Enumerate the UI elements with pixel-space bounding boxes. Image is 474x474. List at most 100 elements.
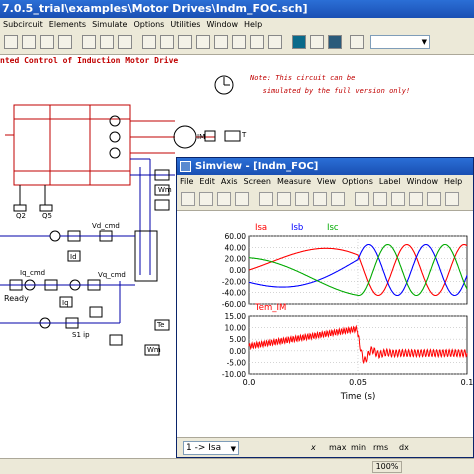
zoom-icon[interactable] <box>259 192 273 206</box>
simview-menu-edit[interactable]: Edit <box>196 175 218 189</box>
simview-title: Simview - [Indm_FOC] <box>177 158 473 175</box>
menu-options[interactable]: Options <box>130 18 167 31</box>
zoom-level: 100% <box>372 461 402 473</box>
save-icon[interactable] <box>199 192 213 206</box>
legend-isa: Isa <box>255 223 267 233</box>
rms-button[interactable]: rms <box>373 443 388 452</box>
x-tick-label: 0.1 <box>461 378 473 387</box>
motor-label: IM <box>197 133 206 141</box>
add-curve-icon[interactable] <box>313 192 327 206</box>
new-icon[interactable] <box>4 35 18 49</box>
vq-cmd-label: Vq_cmd <box>98 271 126 279</box>
waveform-chart: 60.00 40.00 20.00 0.00 -20.00 -40.00 -60.00 Isa… <box>222 223 474 402</box>
simview-status: Ready <box>4 294 29 303</box>
save-icon[interactable] <box>40 35 54 49</box>
simview-window: Simview - [Indm_FOC] File Edit Axis Screen M… <box>176 157 474 458</box>
we-label: Wm <box>158 186 172 194</box>
wire-icon[interactable] <box>160 35 174 49</box>
dx-button[interactable]: dx <box>399 443 409 452</box>
run-simulation-icon[interactable] <box>292 35 306 49</box>
run-simview-icon[interactable] <box>310 35 324 49</box>
curve-select[interactable]: 1 -> Isa ▼ <box>183 441 239 455</box>
simview-menu-view[interactable]: View <box>314 175 339 189</box>
simview-menu-label[interactable]: Label <box>376 175 404 189</box>
open-icon[interactable] <box>181 192 195 206</box>
y-tick-label: 60.00 <box>225 232 247 241</box>
gate-label-q2: Q2 <box>16 212 26 220</box>
undo-icon[interactable] <box>142 35 156 49</box>
torque-label: T <box>242 131 247 139</box>
waveform-plot-area[interactable]: 60.00 40.00 20.00 0.00 -20.00 -40.00 -60.00 Isa… <box>177 211 473 437</box>
menu-window[interactable]: Window <box>203 18 241 31</box>
simview-menu-measure[interactable]: Measure <box>274 175 314 189</box>
fit-icon[interactable] <box>277 192 291 206</box>
cut-icon[interactable] <box>82 35 96 49</box>
y-tick-label: 10.00 <box>225 324 247 333</box>
zoom-area-icon[interactable] <box>268 35 282 49</box>
legend-isc: Isc <box>327 223 339 233</box>
simview-toolbar <box>177 189 473 211</box>
x-button[interactable]: x <box>311 443 316 452</box>
min-button[interactable]: min <box>351 443 366 452</box>
menu-elements[interactable]: Elements <box>46 18 89 31</box>
max-button[interactable]: max <box>329 443 346 452</box>
iq-label: Iq <box>62 299 69 307</box>
gate-label-q5: Q5 <box>42 212 52 220</box>
copy-icon[interactable] <box>235 192 249 206</box>
x-axis-label: Time (s) <box>340 392 376 402</box>
menu-subcircuit[interactable]: Subcircuit <box>0 18 46 31</box>
zoom-in-icon[interactable] <box>214 35 228 49</box>
y-tick-label: 15.00 <box>225 312 247 321</box>
y-tick-label: 0.00 <box>229 347 246 356</box>
y-tick-label: -20.00 <box>222 277 246 286</box>
paste-icon[interactable] <box>118 35 132 49</box>
y-tick-label: -40.00 <box>222 289 246 298</box>
axis-icon[interactable] <box>295 192 309 206</box>
open-icon[interactable] <box>22 35 36 49</box>
id-label: Id <box>70 253 77 261</box>
simview-menu-help[interactable]: Help <box>441 175 465 189</box>
zoom-out-icon[interactable] <box>232 35 246 49</box>
menu-utilities[interactable]: Utilities <box>167 18 203 31</box>
simview-icon[interactable] <box>328 35 342 49</box>
print-icon[interactable] <box>217 192 231 206</box>
hand-icon[interactable] <box>178 35 192 49</box>
pointer-icon[interactable] <box>196 35 210 49</box>
simview-menu-screen[interactable]: Screen <box>241 175 275 189</box>
statusbar: 100% <box>0 458 474 474</box>
slip-label: S1 ip <box>72 331 90 339</box>
print-icon[interactable] <box>58 35 72 49</box>
hand-icon[interactable] <box>445 192 459 206</box>
y-tick-label: 5.00 <box>229 335 246 344</box>
simview-bottom-bar: 1 -> Isa ▼ x max min rms dx <box>177 437 473 459</box>
ref-label: Te <box>157 321 165 329</box>
simview-menu-options[interactable]: Options <box>339 175 376 189</box>
copy-icon[interactable] <box>100 35 114 49</box>
vd-cmd-label: Vd_cmd <box>92 222 120 230</box>
simview-menu-axis[interactable]: Axis <box>218 175 241 189</box>
x-tick-label: 0.05 <box>349 378 367 387</box>
element-list-icon[interactable] <box>350 35 364 49</box>
measure-icon[interactable] <box>331 192 345 206</box>
plot-frame <box>248 315 468 375</box>
y-tick-label: 0.00 <box>229 266 246 275</box>
zoom-in-icon[interactable] <box>355 192 369 206</box>
simview-menubar: File Edit Axis Screen Measure View Options Labe… <box>177 175 473 189</box>
legend-isb: Isb <box>291 223 303 233</box>
zoom-x-icon[interactable] <box>391 192 405 206</box>
y-tick-label: -60.00 <box>222 300 246 309</box>
zoom-fit-icon[interactable] <box>250 35 264 49</box>
x-tick-label: 0.0 <box>243 378 256 387</box>
menu-help[interactable]: Help <box>241 18 265 31</box>
element-combo[interactable]: ▼ <box>370 35 430 49</box>
iq-cmd-label: Iq_cmd <box>20 269 46 277</box>
window-title: 7.0.5_trial\examples\Motor Drives\Indm_F… <box>0 0 474 18</box>
menu-simulate[interactable]: Simulate <box>89 18 130 31</box>
zoom-out-icon[interactable] <box>373 192 387 206</box>
legend-tem-im: Tem_IM <box>254 303 286 313</box>
y-tick-label: 40.00 <box>225 243 247 252</box>
simview-menu-window[interactable]: Window <box>403 175 441 189</box>
pan-icon[interactable] <box>427 192 441 206</box>
zoom-y-icon[interactable] <box>409 192 423 206</box>
simview-menu-file[interactable]: File <box>177 175 196 189</box>
